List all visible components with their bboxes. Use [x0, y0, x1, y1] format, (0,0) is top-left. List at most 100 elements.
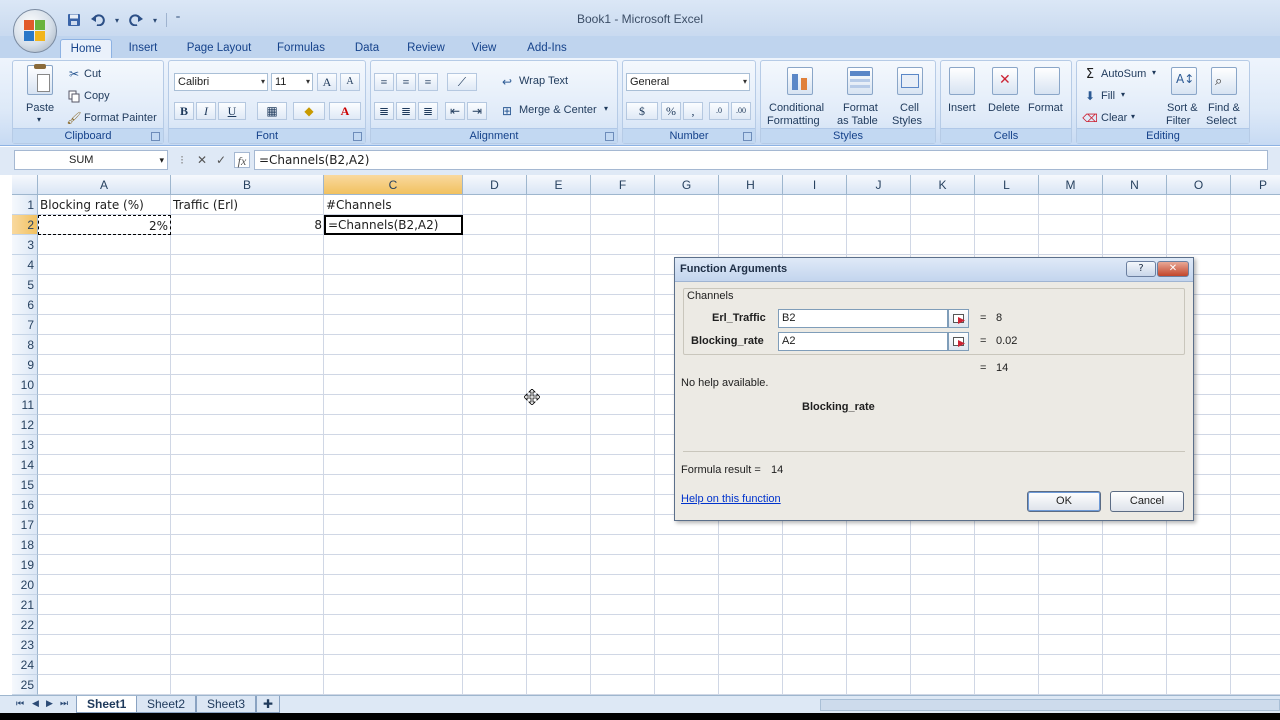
- erl-traffic-input[interactable]: B2: [778, 309, 948, 328]
- column-header-j[interactable]: J: [847, 175, 911, 195]
- borders-icon[interactable]: ▦: [257, 102, 287, 120]
- row-header[interactable]: 11: [12, 395, 38, 415]
- ok-button[interactable]: OK: [1027, 491, 1101, 512]
- align-center-icon[interactable]: ≣: [396, 102, 416, 120]
- cancel-button[interactable]: Cancel: [1110, 491, 1184, 512]
- next-sheet-icon[interactable]: ▶: [46, 699, 53, 709]
- format-painter-button[interactable]: Format Painter: [84, 112, 157, 124]
- row-header[interactable]: 18: [12, 535, 38, 555]
- row-header[interactable]: 3: [12, 235, 38, 255]
- cell-styles-label-1[interactable]: Cell: [900, 102, 919, 114]
- row-header[interactable]: 20: [12, 575, 38, 595]
- tab-formulas[interactable]: Formulas: [272, 39, 330, 58]
- cell-c1[interactable]: #Channels: [324, 195, 463, 215]
- align-right-icon[interactable]: ≣: [418, 102, 438, 120]
- fill-dropdown-icon[interactable]: ▾: [1121, 90, 1125, 99]
- italic-icon[interactable]: I: [196, 102, 216, 120]
- cell-b1[interactable]: Traffic (Erl): [171, 195, 324, 215]
- font-name-select[interactable]: Calibri ▾: [174, 73, 268, 91]
- conditional-formatting-label-2[interactable]: Formatting: [767, 115, 820, 127]
- align-bottom-icon[interactable]: ≡: [418, 73, 438, 91]
- bold-icon[interactable]: B: [174, 102, 194, 120]
- merge-center-button[interactable]: Merge & Center: [519, 104, 597, 116]
- delete-cells-button[interactable]: Delete: [988, 102, 1020, 114]
- tab-data[interactable]: Data: [347, 39, 387, 58]
- row-header[interactable]: 19: [12, 555, 38, 575]
- sheet-tab-1[interactable]: Sheet1: [76, 696, 138, 713]
- format-cells-button[interactable]: Format: [1028, 102, 1063, 114]
- paste-dropdown-icon[interactable]: ▾: [37, 115, 41, 124]
- tab-add-ins[interactable]: Add-Ins: [520, 39, 574, 58]
- prev-sheet-icon[interactable]: ◀: [32, 699, 39, 709]
- select-all-corner[interactable]: [12, 175, 38, 195]
- row-header[interactable]: 7: [12, 315, 38, 335]
- column-header-o[interactable]: O: [1167, 175, 1231, 195]
- find-select-label-2[interactable]: Select: [1206, 115, 1237, 127]
- format-as-table-label-1[interactable]: Format: [843, 102, 878, 114]
- row-header[interactable]: 15: [12, 475, 38, 495]
- shrink-font-icon[interactable]: A: [340, 73, 360, 91]
- close-icon[interactable]: ✕: [1157, 261, 1189, 277]
- row-header[interactable]: 6: [12, 295, 38, 315]
- copy-button[interactable]: Copy: [84, 90, 110, 102]
- help-button[interactable]: ?: [1126, 261, 1156, 277]
- row-header[interactable]: 23: [12, 635, 38, 655]
- column-header-l[interactable]: L: [975, 175, 1039, 195]
- row-header[interactable]: 4: [12, 255, 38, 275]
- column-header-b[interactable]: B: [171, 175, 324, 195]
- column-header-d[interactable]: D: [463, 175, 527, 195]
- column-header-h[interactable]: H: [719, 175, 783, 195]
- underline-icon[interactable]: U: [218, 102, 246, 120]
- row-header[interactable]: 14: [12, 455, 38, 475]
- last-sheet-icon[interactable]: ⏭: [60, 699, 68, 709]
- clipboard-launcher-icon[interactable]: [151, 132, 160, 141]
- font-launcher-icon[interactable]: [353, 132, 362, 141]
- grow-font-icon[interactable]: A: [317, 73, 337, 91]
- help-on-function-link[interactable]: Help on this function: [681, 493, 781, 505]
- row-header[interactable]: 22: [12, 615, 38, 635]
- tab-review[interactable]: Review: [401, 39, 451, 58]
- cell-a2[interactable]: 2%: [38, 215, 171, 235]
- column-header-c[interactable]: C: [324, 175, 463, 195]
- number-format-select[interactable]: General ▾: [626, 73, 750, 91]
- font-size-select[interactable]: 11 ▾: [271, 73, 313, 91]
- currency-format-icon[interactable]: $: [626, 102, 658, 120]
- row-header[interactable]: 25: [12, 675, 38, 695]
- align-left-icon[interactable]: ≣: [374, 102, 394, 120]
- insert-function-icon[interactable]: fx: [234, 152, 250, 168]
- tab-view[interactable]: View: [465, 39, 503, 58]
- row-header[interactable]: 1: [12, 195, 38, 215]
- fill-color-icon[interactable]: ◆: [293, 102, 325, 120]
- column-header-n[interactable]: N: [1103, 175, 1167, 195]
- row-header[interactable]: 13: [12, 435, 38, 455]
- horizontal-scrollbar[interactable]: [820, 699, 1280, 711]
- increase-indent-icon[interactable]: ⇥: [467, 102, 487, 120]
- row-header[interactable]: 16: [12, 495, 38, 515]
- dialog-title-bar[interactable]: Function Arguments ? ✕: [675, 258, 1193, 282]
- collapse-dialog-icon[interactable]: [948, 332, 969, 351]
- cell-a1[interactable]: Blocking rate (%): [38, 195, 171, 215]
- increase-decimal-icon[interactable]: .0: [709, 102, 729, 120]
- autosum-dropdown-icon[interactable]: ▾: [1152, 68, 1156, 77]
- column-header-i[interactable]: I: [783, 175, 847, 195]
- row-header[interactable]: 12: [12, 415, 38, 435]
- percent-style-icon[interactable]: %: [661, 102, 681, 120]
- row-header[interactable]: 21: [12, 595, 38, 615]
- align-middle-icon[interactable]: ≡: [396, 73, 416, 91]
- row-header[interactable]: 2: [12, 215, 38, 235]
- column-header-p[interactable]: P: [1231, 175, 1280, 195]
- sheet-tab-2[interactable]: Sheet2: [136, 696, 197, 713]
- cancel-formula-icon[interactable]: ✕: [194, 152, 210, 168]
- decrease-decimal-icon[interactable]: .00: [731, 102, 751, 120]
- wrap-text-button[interactable]: Wrap Text: [519, 75, 568, 87]
- clear-dropdown-icon[interactable]: ▾: [1131, 112, 1135, 121]
- first-sheet-icon[interactable]: ⏮: [16, 699, 24, 709]
- name-box[interactable]: SUM ▾: [14, 150, 168, 170]
- cell-c2[interactable]: =Channels(B2,A2): [324, 215, 463, 235]
- sort-filter-label-1[interactable]: Sort &: [1167, 102, 1198, 114]
- merge-dropdown-icon[interactable]: ▾: [604, 104, 608, 113]
- insert-cells-button[interactable]: Insert: [948, 102, 976, 114]
- conditional-formatting-label-1[interactable]: Conditional: [769, 102, 824, 114]
- column-header-e[interactable]: E: [527, 175, 591, 195]
- blocking-rate-input[interactable]: A2: [778, 332, 948, 351]
